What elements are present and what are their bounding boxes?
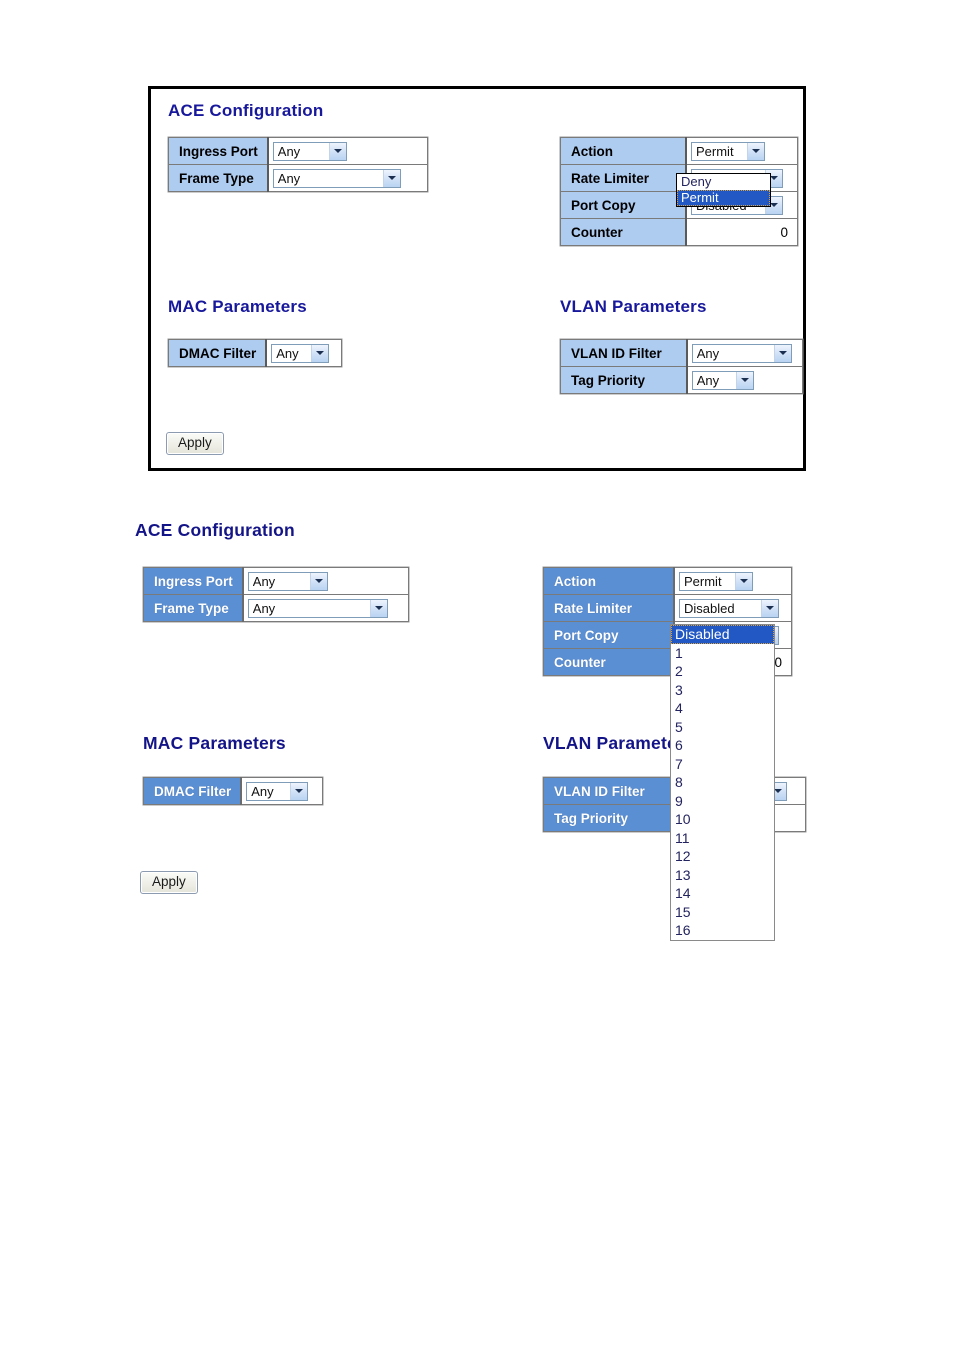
table-row: Frame Type Any [167,164,428,192]
page-title-2: ACE Configuration [135,520,295,540]
label-frame-type: Frame Type [167,164,269,192]
cell-tag-priority-value: Any [686,366,803,394]
label-action: Action [560,137,687,165]
table-row: Rate Limiter Disabled [543,594,792,622]
dropdown-option[interactable]: 3 [671,681,774,700]
dropdown-option[interactable]: 14 [671,884,774,903]
mac-parameters-table-2: DMAC Filter Any [143,777,324,805]
mac-parameters-table-1: DMAC Filter Any [168,339,343,367]
cell-ingress-port-value: Any [267,137,428,165]
cell-action-value: Permit [673,567,792,595]
dropdown-option[interactable]: 4 [671,699,774,718]
action-select-1[interactable]: Permit [691,141,765,161]
dropdown-option[interactable]: 16 [671,921,774,940]
cell-dmac-filter-value: Any [240,777,324,805]
dropdown-option[interactable]: 5 [671,718,774,737]
table-row: Action Permit [543,567,792,595]
apply-button-2[interactable]: Apply [140,871,198,894]
table-row: VLAN ID Filter Any [559,339,803,367]
rate-limiter-select-2[interactable]: Disabled [679,598,779,618]
ingress-port-select-1[interactable]: Any [272,141,347,161]
label-rate-limiter: Rate Limiter [560,164,687,192]
dmac-filter-select-1[interactable]: Any [271,343,330,363]
chevron-down-icon[interactable] [311,344,329,362]
label-ingress-port: Ingress Port [142,567,244,595]
label-counter: Counter [560,218,687,246]
label-tag-priority: Tag Priority [559,366,688,394]
dropdown-option[interactable]: 8 [671,773,774,792]
table-row: Frame Type Any [142,594,409,622]
tag-priority-select-1[interactable]: Any [691,370,754,390]
counter-value-1: 0 [685,218,798,246]
label-port-copy: Port Copy [560,191,687,219]
dropdown-option[interactable]: 12 [671,847,774,866]
chevron-down-icon[interactable] [382,169,400,187]
cell-dmac-filter-value: Any [265,339,343,367]
table-row: DMAC Filter Any [143,777,324,805]
table-row: DMAC Filter Any [168,339,343,367]
label-dmac-filter: DMAC Filter [168,339,268,367]
chevron-down-icon[interactable] [735,572,752,590]
table-row: Ingress Port Any [167,137,428,165]
chevron-down-icon[interactable] [309,572,327,590]
table-row: Ingress Port Any [142,567,409,595]
chevron-down-icon[interactable] [328,142,346,160]
label-port-copy: Port Copy [543,621,675,649]
action-select-2[interactable]: Permit [679,571,753,591]
vlan-parameters-title-1: VLAN Parameters [560,297,707,316]
dmac-filter-select-2[interactable]: Any [246,781,309,801]
label-rate-limiter: Rate Limiter [543,594,675,622]
dropdown-option[interactable]: 15 [671,903,774,922]
label-frame-type: Frame Type [142,594,244,622]
cell-action-value: Permit [685,137,798,165]
frame-type-select-1[interactable]: Any [272,168,401,188]
dropdown-option[interactable]: 6 [671,736,774,755]
table-row: Counter 0 [560,218,798,246]
dropdown-option[interactable]: 10 [671,810,774,829]
page-title-1: ACE Configuration [168,101,324,120]
cell-rate-limiter-value: Disabled [673,594,792,622]
label-action: Action [543,567,675,595]
dropdown-option-selected[interactable]: Disabled [671,625,774,644]
chevron-down-icon[interactable] [735,371,753,389]
chevron-down-icon[interactable] [761,599,778,617]
dropdown-option[interactable]: 9 [671,792,774,811]
chevron-down-icon[interactable] [290,782,308,800]
ingress-frame-table-1: Ingress Port Any Frame Type Any [167,137,428,192]
vlan-id-filter-select-1[interactable]: Any [691,343,792,363]
chevron-down-icon[interactable] [369,599,387,617]
chevron-down-icon[interactable] [773,344,791,362]
dropdown-option[interactable]: 13 [671,866,774,885]
mac-parameters-title-1: MAC Parameters [168,297,307,316]
ace-configuration-panel-1: ACE Configuration Ingress Port Any Frame… [148,86,806,471]
dropdown-option[interactable]: 7 [671,755,774,774]
label-ingress-port: Ingress Port [167,137,269,165]
label-vlan-id-filter: VLAN ID Filter [559,339,688,367]
mac-parameters-title-2: MAC Parameters [143,733,286,753]
cell-ingress-port-value: Any [242,567,409,595]
label-counter: Counter [543,648,675,676]
dropdown-option[interactable]: 2 [671,662,774,681]
cell-frame-type-value: Any [242,594,409,622]
ingress-port-select-2[interactable]: Any [247,571,328,591]
frame-type-select-2[interactable]: Any [247,598,388,618]
rate-limiter-dropdown-open-2[interactable]: Disabled 1 2 3 4 5 6 7 8 9 10 11 12 13 14 15 16 [670,624,775,941]
cell-frame-type-value: Any [267,164,428,192]
dropdown-option[interactable]: Deny [677,174,770,190]
vlan-parameters-table-1: VLAN ID Filter Any Tag Priority Any [559,339,803,394]
dropdown-option[interactable]: 1 [671,644,774,663]
action-dropdown-open-1[interactable]: Deny Permit [676,173,771,207]
label-tag-priority: Tag Priority [543,804,683,832]
dropdown-option-selected[interactable]: Permit [677,190,770,206]
apply-button-1[interactable]: Apply [166,432,224,455]
dropdown-option[interactable]: 11 [671,829,774,848]
chevron-down-icon[interactable] [747,142,764,160]
table-row: Action Permit [560,137,798,165]
cell-vlan-id-filter-value: Any [686,339,803,367]
ingress-frame-table-2: Ingress Port Any Frame Type Any [142,567,409,622]
label-vlan-id-filter: VLAN ID Filter [543,777,683,805]
table-row: Tag Priority Any [559,366,803,394]
label-dmac-filter: DMAC Filter [143,777,243,805]
